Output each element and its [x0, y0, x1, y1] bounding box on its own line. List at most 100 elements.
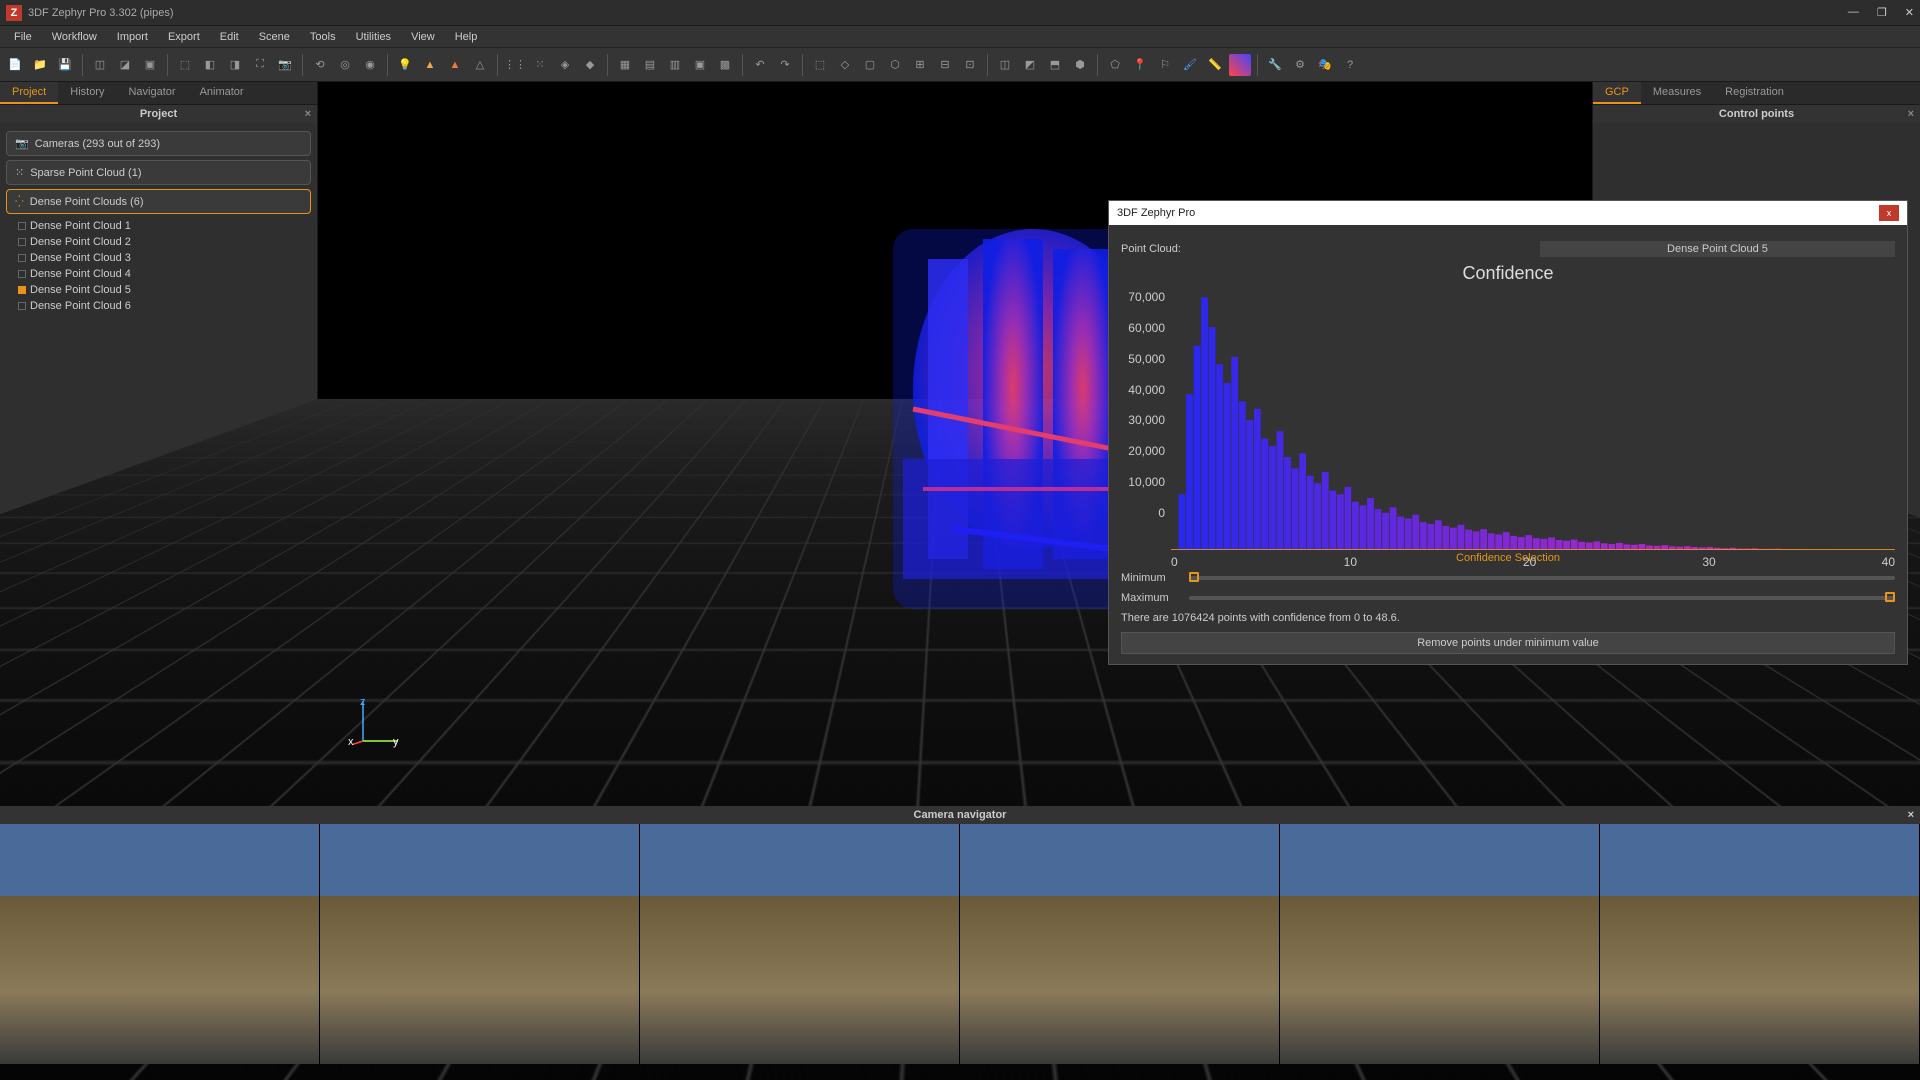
dense-sub-1[interactable]: Dense Point Cloud 1 — [14, 218, 313, 234]
tool-a-icon[interactable]: ⊞ — [909, 54, 931, 76]
tab-registration[interactable]: Registration — [1713, 82, 1796, 104]
cube-filter-icon[interactable]: ⬢ — [1069, 54, 1091, 76]
camera-icon: 📷 — [15, 137, 29, 150]
cameras-item[interactable]: 📷 Cameras (293 out of 293) — [6, 131, 311, 156]
grid4-icon[interactable]: ▩ — [714, 54, 736, 76]
paint-icon[interactable]: 🖌 — [1179, 54, 1201, 76]
flag-icon[interactable]: ⚐ — [1154, 54, 1176, 76]
close-panel-icon[interactable]: × — [305, 108, 311, 120]
select-lasso-icon[interactable]: ◇ — [834, 54, 856, 76]
refresh-icon[interactable]: ⟲ — [309, 54, 331, 76]
maximize-button[interactable]: ❐ — [1877, 6, 1887, 19]
tab-animator[interactable]: Animator — [188, 82, 256, 104]
grid2-icon[interactable]: ▤ — [639, 54, 661, 76]
box2-icon[interactable]: ◧ — [199, 54, 221, 76]
camera-thumb[interactable] — [640, 824, 960, 1064]
redo-icon[interactable]: ↷ — [774, 54, 796, 76]
points1-icon[interactable]: ⋮⋮ — [504, 54, 526, 76]
filter3-icon[interactable]: ⬒ — [1044, 54, 1066, 76]
dense-sub-2[interactable]: Dense Point Cloud 2 — [14, 234, 313, 250]
tool-c-icon[interactable]: ⊡ — [959, 54, 981, 76]
box1-icon[interactable]: ⬚ — [174, 54, 196, 76]
warning3-icon[interactable]: △ — [469, 54, 491, 76]
filter1-icon[interactable]: ◫ — [994, 54, 1016, 76]
toolbar: 📄 📁 💾 ◫ ◪ ▣ ⬚ ◧ ◨ ⛶ 📷 ⟲ ◎ ◉ 💡 ▲ ▲ △ ⋮⋮ ⁙… — [0, 48, 1920, 82]
warning2-icon[interactable]: ▲ — [444, 54, 466, 76]
dialog-close-button[interactable]: x — [1879, 205, 1899, 221]
close-right-panel-icon[interactable]: × — [1908, 108, 1914, 120]
mask-icon[interactable]: 🎭 — [1314, 54, 1336, 76]
minimize-button[interactable]: — — [1848, 6, 1859, 19]
wrench-icon[interactable]: 🔧 — [1264, 54, 1286, 76]
menu-view[interactable]: View — [403, 29, 443, 45]
menu-utilities[interactable]: Utilities — [348, 29, 399, 45]
tool-b-icon[interactable]: ⊟ — [934, 54, 956, 76]
save-icon[interactable]: 💾 — [54, 54, 76, 76]
camera-thumb[interactable] — [320, 824, 640, 1064]
camera-thumb[interactable] — [1600, 824, 1920, 1064]
menu-tools[interactable]: Tools — [302, 29, 344, 45]
dense-cloud-item[interactable]: ⁛ Dense Point Clouds (6) — [6, 189, 311, 214]
menubar: File Workflow Import Export Edit Scene T… — [0, 26, 1920, 48]
menu-import[interactable]: Import — [109, 29, 156, 45]
camera-navigator-title: Camera navigator × — [0, 806, 1920, 824]
fit-icon[interactable]: ◉ — [359, 54, 381, 76]
cube-solid-icon[interactable]: ◪ — [114, 54, 136, 76]
ruler-icon[interactable]: 📏 — [1204, 54, 1226, 76]
tab-history[interactable]: History — [58, 82, 116, 104]
grid3-icon[interactable]: ▥ — [664, 54, 686, 76]
gear-icon[interactable]: ⚙ — [1289, 54, 1311, 76]
help-icon[interactable]: ? — [1339, 54, 1361, 76]
select-poly-icon[interactable]: ⬡ — [884, 54, 906, 76]
undo-icon[interactable]: ↶ — [749, 54, 771, 76]
remove-points-button[interactable]: Remove points under minimum value — [1121, 632, 1895, 654]
cube-tex-icon[interactable]: ▣ — [139, 54, 161, 76]
cube-wire-icon[interactable]: ◫ — [89, 54, 111, 76]
tab-gcp[interactable]: GCP — [1593, 82, 1641, 104]
maximum-slider[interactable] — [1189, 596, 1895, 600]
screenshot-icon[interactable]: ▣ — [689, 54, 711, 76]
close-button[interactable]: ✕ — [1905, 6, 1914, 19]
grid1-icon[interactable]: ▦ — [614, 54, 636, 76]
stats-text: There are 1076424 points with confidence… — [1121, 612, 1895, 624]
open-icon[interactable]: 📁 — [29, 54, 51, 76]
pin-icon[interactable]: 📍 — [1129, 54, 1151, 76]
dense-sub-6[interactable]: Dense Point Cloud 6 — [14, 298, 313, 314]
select-box-icon[interactable]: ▢ — [859, 54, 881, 76]
menu-export[interactable]: Export — [160, 29, 208, 45]
tab-project[interactable]: Project — [0, 82, 58, 104]
target-icon[interactable]: ◎ — [334, 54, 356, 76]
camera-icon[interactable]: 📷 — [274, 54, 296, 76]
camera-navigator-panel: Camera navigator × — [0, 806, 1920, 1066]
filter2-icon[interactable]: ◩ — [1019, 54, 1041, 76]
sparse-cloud-item[interactable]: ⁙ Sparse Point Cloud (1) — [6, 160, 311, 185]
close-camnav-icon[interactable]: × — [1908, 809, 1914, 821]
camera-thumb[interactable] — [0, 824, 320, 1064]
light-icon[interactable]: 💡 — [394, 54, 416, 76]
dialog-titlebar[interactable]: 3DF Zephyr Pro x — [1109, 201, 1907, 225]
measure-icon[interactable]: ⬠ — [1104, 54, 1126, 76]
color-icon[interactable] — [1229, 54, 1251, 76]
new-icon[interactable]: 📄 — [4, 54, 26, 76]
minimum-slider[interactable] — [1189, 576, 1895, 580]
menu-edit[interactable]: Edit — [212, 29, 247, 45]
dense-sub-5[interactable]: Dense Point Cloud 5 — [14, 282, 313, 298]
select-rect-icon[interactable]: ⬚ — [809, 54, 831, 76]
warning-icon[interactable]: ▲ — [419, 54, 441, 76]
mesh1-icon[interactable]: ◈ — [554, 54, 576, 76]
expand-icon[interactable]: ⛶ — [249, 54, 271, 76]
menu-file[interactable]: File — [6, 29, 40, 45]
tab-measures[interactable]: Measures — [1641, 82, 1713, 104]
dense-sub-4[interactable]: Dense Point Cloud 4 — [14, 266, 313, 282]
points2-icon[interactable]: ⁙ — [529, 54, 551, 76]
menu-scene[interactable]: Scene — [251, 29, 298, 45]
camera-thumb[interactable] — [960, 824, 1280, 1064]
dense-sub-3[interactable]: Dense Point Cloud 3 — [14, 250, 313, 266]
tab-navigator[interactable]: Navigator — [116, 82, 187, 104]
menu-help[interactable]: Help — [447, 29, 486, 45]
menu-workflow[interactable]: Workflow — [44, 29, 105, 45]
box3-icon[interactable]: ◨ — [224, 54, 246, 76]
camera-thumb[interactable] — [1280, 824, 1600, 1064]
mesh2-icon[interactable]: ◆ — [579, 54, 601, 76]
point-cloud-dropdown[interactable]: Dense Point Cloud 5 — [1540, 241, 1895, 257]
